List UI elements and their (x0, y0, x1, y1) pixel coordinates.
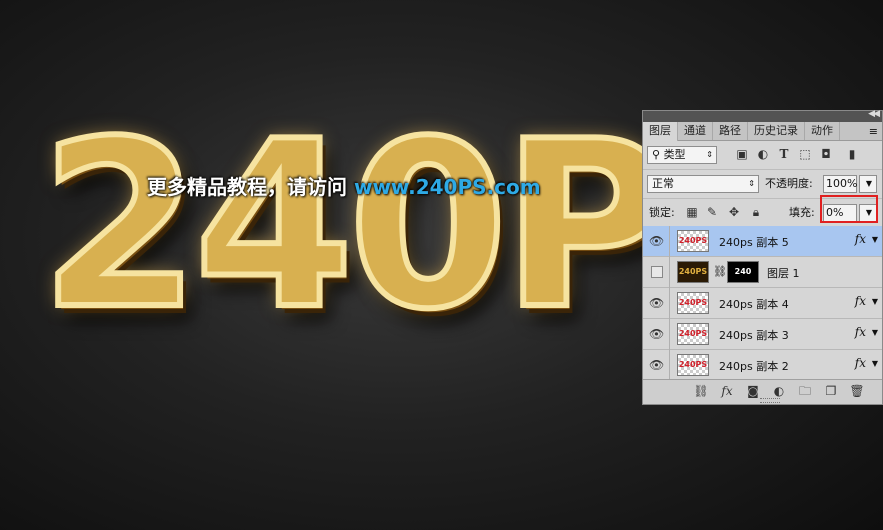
eye-icon[interactable]: 👁︎ (649, 358, 664, 372)
fx-icon[interactable]: fx (855, 232, 866, 246)
panel-bottom-toolbar: ⛓︎ fx ◙ ◐ 🗀︎ ❐ 🗑︎ (643, 379, 882, 404)
expand-arrow-icon[interactable]: ▼ (872, 297, 878, 306)
fill-label: 填充: (789, 206, 815, 219)
lock-position-move-icon[interactable]: ✥ (727, 205, 741, 219)
chevron-down-icon: ▼ (865, 179, 872, 188)
layer-thumbnail: 240PS (677, 292, 709, 314)
layer-name[interactable]: 图层 1 (767, 265, 800, 281)
watermark: 更多精品教程，请访问 www.240PS.com (147, 171, 541, 200)
layer-name[interactable]: 240ps 副本 2 (719, 358, 789, 374)
adjustment-filter-icon[interactable]: ◐ (756, 147, 770, 161)
gold-diamond-headline: 240P (37, 93, 674, 360)
smart-object-filter-icon[interactable]: ◘ (819, 147, 833, 161)
link-layers-icon[interactable]: ⛓︎ (693, 383, 709, 399)
search-icon: ⚲ (652, 148, 661, 161)
panel-title-bar: ◀◀ (643, 109, 882, 122)
lock-all-icon[interactable]: 🔒︎ (749, 205, 763, 219)
lock-label: 锁定: (649, 206, 675, 219)
filter-row: ⚲ 类型 ⇕ ▣ ◐ T ⬚ ◘ ▮ (643, 141, 882, 170)
panel-menu-icon[interactable]: ≡ (869, 125, 878, 138)
eye-icon[interactable]: 👁︎ (649, 234, 664, 248)
fill-highlight-box (820, 195, 878, 223)
layer-name[interactable]: 240ps 副本 3 (719, 327, 789, 343)
add-mask-icon[interactable]: ◙ (745, 383, 761, 399)
watermark-chinese-text: 更多精品教程，请访问 (147, 175, 347, 199)
tab-channels[interactable]: 通道 (678, 122, 713, 140)
chain-link-icon[interactable]: ⛓︎ (713, 265, 727, 278)
divider (669, 319, 670, 350)
pixel-filter-icon[interactable]: ▣ (735, 147, 749, 161)
delete-layer-trash-icon[interactable]: 🗑︎ (849, 383, 865, 399)
shape-filter-icon[interactable]: ⬚ (798, 147, 812, 161)
layer-thumbnail: 240PS (677, 354, 709, 376)
layers-panel: ◀◀ 图层 通道 路径 历史记录 动作 ≡ ⚲ 类型 ⇕ ▣ ◐ T ⬚ ◘ ▮… (642, 109, 883, 405)
divider (669, 226, 670, 257)
watermark-url: www.240PS.com (353, 175, 541, 199)
visibility-off-box[interactable] (651, 266, 663, 278)
layer-name[interactable]: 240ps 副本 5 (719, 234, 789, 250)
layer-row-copy-3[interactable]: 👁︎ 240PS 240ps 副本 3 fx ▼ (643, 319, 882, 350)
lock-pixels-brush-icon[interactable]: ✎ (705, 205, 719, 219)
expand-arrow-icon[interactable]: ▼ (872, 235, 878, 244)
layer-thumbnail: 240PS (677, 323, 709, 345)
layer-row-copy-4[interactable]: 👁︎ 240PS 240ps 副本 4 fx ▼ (643, 288, 882, 319)
add-layer-style-fx-icon[interactable]: fx (719, 383, 735, 399)
opacity-input[interactable]: 100% (823, 175, 857, 193)
eye-icon[interactable]: 👁︎ (649, 327, 664, 341)
divider (669, 350, 670, 381)
filter-toggle-icon[interactable]: ▮ (845, 147, 859, 161)
layer-name[interactable]: 240ps 副本 4 (719, 296, 789, 312)
layer-row-copy-5[interactable]: 👁︎ 240PS 240ps 副本 5 fx ▼ (643, 226, 882, 257)
blend-mode-select[interactable]: 正常 ⇕ (647, 175, 759, 193)
layer-filter-select[interactable]: ⚲ 类型 ⇕ (647, 146, 717, 164)
tab-layers[interactable]: 图层 (643, 122, 678, 141)
fx-icon[interactable]: fx (855, 294, 866, 308)
resize-grip[interactable] (760, 398, 780, 403)
tab-paths[interactable]: 路径 (713, 122, 748, 140)
updown-arrow-icon: ⇕ (748, 179, 755, 188)
panel-tabs: 图层 通道 路径 历史记录 动作 ≡ (643, 122, 882, 141)
opacity-value: 100% (826, 177, 858, 190)
tab-history[interactable]: 历史记录 (748, 122, 805, 140)
eye-icon[interactable]: 👁︎ (649, 296, 664, 310)
layer-mask-thumbnail: 240 (727, 261, 759, 283)
canvas-artwork: 240P 更多精品教程，请访问 www.240PS.com (0, 0, 674, 530)
tab-actions[interactable]: 动作 (805, 122, 840, 140)
updown-arrow-icon: ⇕ (706, 150, 713, 159)
filter-type-label: 类型 (663, 148, 686, 161)
new-group-folder-icon[interactable]: 🗀︎ (797, 383, 813, 399)
double-chevron-left-icon[interactable]: ◀◀ (868, 109, 880, 119)
expand-arrow-icon[interactable]: ▼ (872, 359, 878, 368)
opacity-dropdown-button[interactable]: ▼ (859, 175, 877, 193)
fx-icon[interactable]: fx (855, 356, 866, 370)
layer-thumbnail: 240PS (677, 261, 709, 283)
fx-icon[interactable]: fx (855, 325, 866, 339)
blend-mode-value: 正常 (652, 177, 674, 190)
new-layer-icon[interactable]: ❐ (823, 383, 839, 399)
expand-arrow-icon[interactable]: ▼ (872, 328, 878, 337)
new-adjustment-layer-icon[interactable]: ◐ (771, 383, 787, 399)
lock-transparent-icon[interactable]: ▦ (685, 205, 699, 219)
layer-row-copy-2[interactable]: 👁︎ 240PS 240ps 副本 2 fx ▼ (643, 350, 882, 381)
divider (669, 288, 670, 319)
divider (669, 257, 670, 288)
opacity-label: 不透明度: (765, 177, 813, 190)
type-filter-icon[interactable]: T (777, 147, 791, 161)
layer-row-layer-1[interactable]: 240PS ⛓︎ 240 图层 1 (643, 257, 882, 288)
layer-thumbnail: 240PS (677, 230, 709, 252)
